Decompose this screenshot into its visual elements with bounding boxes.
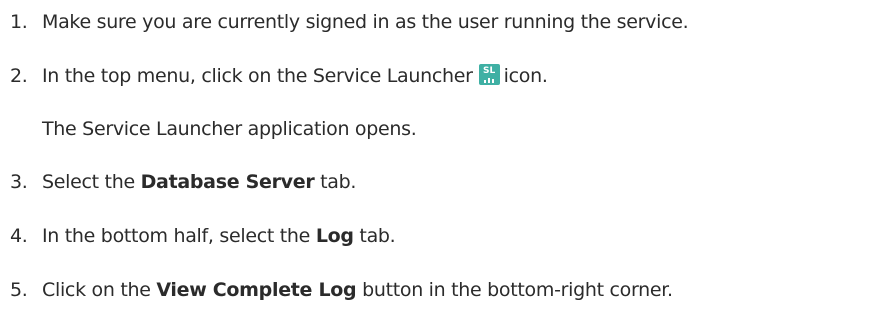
service-launcher-icon-bars bbox=[483, 78, 495, 83]
instructions-document: 1. Make sure you are currently signed in… bbox=[0, 0, 871, 335]
step-number: 1. bbox=[10, 11, 28, 33]
step-text: Make sure you are currently signed in as… bbox=[42, 11, 689, 33]
result-text: The Service Launcher application opens. bbox=[42, 118, 417, 140]
step-text-after: button in the bottom-right corner. bbox=[356, 279, 673, 301]
service-launcher-icon-label: SL bbox=[483, 66, 496, 76]
step-text-before: In the bottom half, select the bbox=[42, 225, 316, 247]
step-text-before: Select the bbox=[42, 171, 141, 193]
step-text-after: tab. bbox=[353, 225, 396, 247]
tab-name: Database Server bbox=[140, 171, 315, 193]
step-number: 4. bbox=[10, 225, 28, 247]
step-text: In the bottom half, select the Log tab. bbox=[42, 224, 396, 248]
button-name: View Complete Log bbox=[156, 279, 357, 301]
step-text-before: In the top menu, click on the Service La… bbox=[42, 65, 473, 87]
service-launcher-icon: SL bbox=[478, 64, 500, 85]
step-number: 2. bbox=[10, 65, 28, 87]
step-text-before: Click on the bbox=[42, 279, 157, 301]
step-text: In the top menu, click on the Service La… bbox=[42, 64, 548, 88]
tab-name: Log bbox=[315, 225, 354, 247]
step-number: 5. bbox=[10, 279, 28, 301]
step-text: Click on the View Complete Log button in… bbox=[42, 278, 673, 302]
step-text-after: tab. bbox=[314, 171, 357, 193]
step-number: 3. bbox=[10, 171, 28, 193]
step-text-after: icon. bbox=[503, 65, 548, 87]
step-text: Select the Database Server tab. bbox=[42, 170, 356, 194]
